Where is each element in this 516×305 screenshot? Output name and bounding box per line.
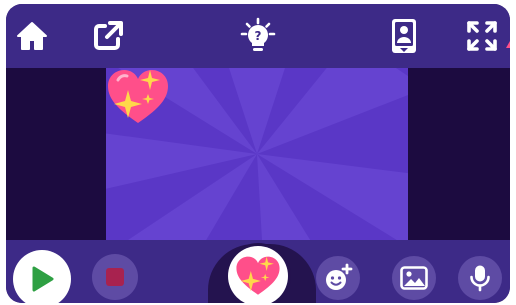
device-preview-icon <box>392 19 416 53</box>
svg-text:?: ? <box>255 29 262 43</box>
stop-icon <box>106 268 124 286</box>
play-button[interactable] <box>13 250 71 303</box>
image-icon <box>400 266 428 290</box>
lightbulb-question-icon: ? <box>240 17 276 51</box>
home-icon <box>17 22 47 50</box>
bottom-toolbar <box>6 240 510 303</box>
stage[interactable] <box>106 68 408 240</box>
top-toolbar: ? <box>6 4 510 68</box>
sparkling-heart-icon <box>236 256 280 295</box>
home-button[interactable] <box>12 16 52 56</box>
app-window: ? <box>6 4 510 303</box>
add-character-button[interactable] <box>316 256 360 300</box>
sparkling-heart-icon[interactable] <box>106 68 170 126</box>
side-panel-tab[interactable] <box>506 34 510 48</box>
selected-character-button[interactable] <box>228 246 288 303</box>
stop-button[interactable] <box>92 254 138 300</box>
play-icon <box>32 266 54 292</box>
background-button[interactable] <box>392 256 436 300</box>
stage-area <box>6 68 510 240</box>
add-character-icon <box>326 263 353 290</box>
record-sound-button[interactable] <box>458 256 502 300</box>
fullscreen-button[interactable] <box>462 16 502 56</box>
device-preview-button[interactable] <box>384 16 424 56</box>
share-icon <box>94 21 123 50</box>
fullscreen-icon <box>467 21 497 51</box>
share-button[interactable] <box>88 16 128 56</box>
microphone-icon <box>470 265 490 292</box>
hint-button[interactable]: ? <box>238 16 278 56</box>
